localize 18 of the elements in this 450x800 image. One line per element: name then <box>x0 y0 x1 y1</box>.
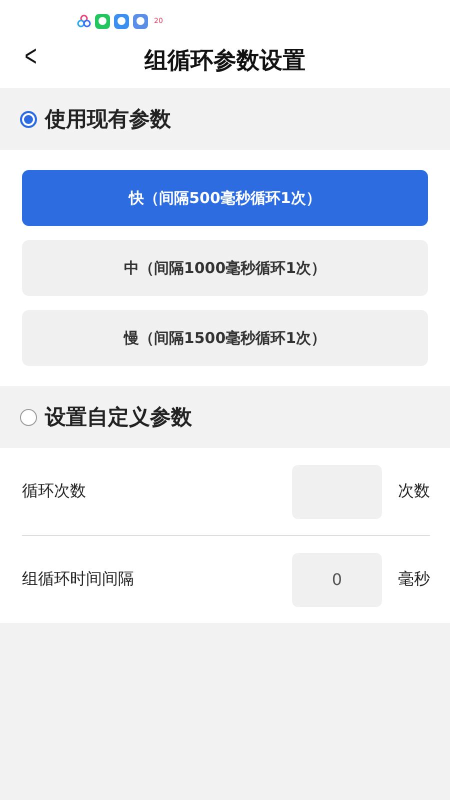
unit-label: 毫秒 <box>397 569 430 590</box>
app-icon <box>133 14 148 29</box>
section-label: 使用现有参数 <box>45 106 171 133</box>
speed-option-button[interactable]: 快（间隔500毫秒循环1次） <box>22 170 428 226</box>
speed-option-button[interactable]: 中（间隔1000毫秒循环1次） <box>22 240 428 296</box>
radio-button[interactable] <box>20 408 37 426</box>
field-label: 组循环时间间隔 <box>22 569 135 590</box>
app-icon <box>114 14 129 29</box>
speed-option-button[interactable]: 慢（间隔1500毫秒循环1次） <box>22 310 428 366</box>
radio-button[interactable] <box>20 110 37 128</box>
app-icon <box>77 14 91 28</box>
field-label: 循环次数 <box>22 481 87 502</box>
app-icon <box>95 14 110 29</box>
page-title: 组循环参数设置 <box>144 46 306 76</box>
unit-label: 次数 <box>397 481 430 502</box>
input-field[interactable]: 0 <box>292 552 382 606</box>
back-button[interactable]: < <box>20 42 42 72</box>
section-label: 设置自定义参数 <box>45 404 192 431</box>
